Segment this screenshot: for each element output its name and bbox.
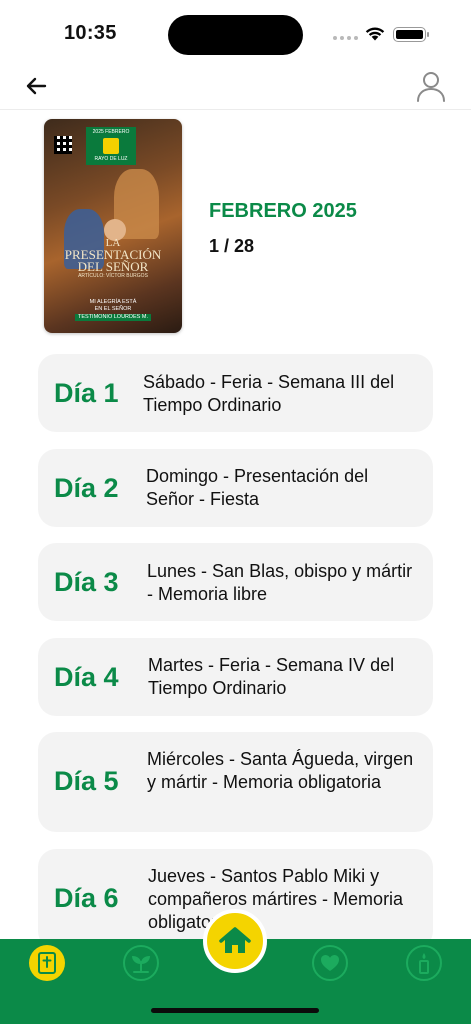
nav-bar [0, 66, 471, 110]
page-indicator: 1 / 28 [209, 236, 255, 256]
day-description: Domingo - Presentación del Señor - Fiest… [146, 466, 369, 509]
status-bar: 10:35 [0, 0, 471, 66]
issue-month-title: FEBRERO 2025 [209, 200, 357, 222]
user-icon [417, 72, 445, 102]
tab-candle[interactable] [406, 945, 442, 981]
battery-tip [427, 32, 429, 37]
home-icon [219, 927, 251, 953]
day-card[interactable]: Día 3 Lunes - San Blas, obispo y mártir … [38, 543, 433, 621]
cover-brand: 2025 FEBRERO RAYO DE LUZ [86, 127, 136, 165]
cover-footer-band: TESTIMONIO LOURDES M. [75, 314, 151, 321]
cover-footer-line: EN EL SEÑOR [94, 306, 132, 312]
day-card[interactable]: Día 2 Domingo - Presentación del Señor -… [38, 449, 433, 527]
day-label: Día 6 [54, 883, 119, 913]
status-time: 10:35 [64, 22, 117, 44]
sprout-icon [132, 956, 150, 973]
heart-icon [321, 955, 339, 971]
cover-footer-line: MI ALEGRÍA ESTÁ [89, 299, 137, 305]
candle-icon [419, 953, 429, 974]
back-button[interactable] [22, 72, 50, 100]
bible-icon [38, 952, 56, 974]
day-description: Jueves - Santos Pablo Miki y compañeros … [148, 866, 404, 932]
arrow-left-icon [26, 77, 47, 95]
cover-title-line: DEL SEÑOR [77, 259, 149, 274]
day-label: Día 4 [54, 662, 119, 692]
day-label: Día 5 [54, 766, 119, 796]
magazine-cover[interactable]: 2025 FEBRERO RAYO DE LUZ LA PRESENTACIÓN… [44, 119, 182, 333]
day-description: Martes - Feria - Semana IV del Tiempo Or… [148, 655, 395, 698]
day-label: Día 1 [54, 378, 119, 408]
cellular-signal-icon [333, 36, 358, 40]
day-card[interactable]: Día 1 Sábado - Feria - Semana III del Ti… [38, 354, 433, 432]
cover-edition: 2025 FEBRERO [92, 129, 130, 135]
day-label: Día 2 [54, 473, 119, 503]
day-description: Lunes - San Blas, obispo y mártir - Memo… [147, 561, 413, 604]
day-label: Día 3 [54, 567, 119, 597]
day-card[interactable]: Día 5 Miércoles - Santa Águeda, virgen y… [38, 732, 433, 832]
day-description: Miércoles - Santa Águeda, virgen y márti… [147, 749, 414, 792]
tab-sprout[interactable] [123, 945, 159, 981]
cover-title: LA PRESENTACIÓN DEL SEÑOR ARTÍCULO: VÍCT… [44, 237, 182, 280]
dynamic-island [168, 15, 303, 55]
day-card[interactable]: Día 4 Martes - Feria - Semana IV del Tie… [38, 638, 433, 716]
cover-footer: MI ALEGRÍA ESTÁ EN EL SEÑOR TESTIMONIO L… [44, 299, 182, 321]
profile-button[interactable] [415, 69, 447, 103]
tab-bible[interactable] [29, 945, 65, 981]
wifi-icon [365, 27, 385, 41]
battery-icon [393, 27, 426, 42]
home-button[interactable] [203, 909, 267, 973]
home-indicator [151, 1008, 319, 1013]
cover-brand-name: RAYO DE LUZ [94, 156, 128, 162]
brand-logo-icon [103, 138, 119, 154]
qr-code-icon [54, 136, 72, 154]
cover-article-credit: ARTÍCULO: VÍCTOR BURGOS [78, 273, 148, 279]
tab-favorites[interactable] [312, 945, 348, 981]
day-description: Sábado - Feria - Semana III del Tiempo O… [143, 372, 395, 415]
